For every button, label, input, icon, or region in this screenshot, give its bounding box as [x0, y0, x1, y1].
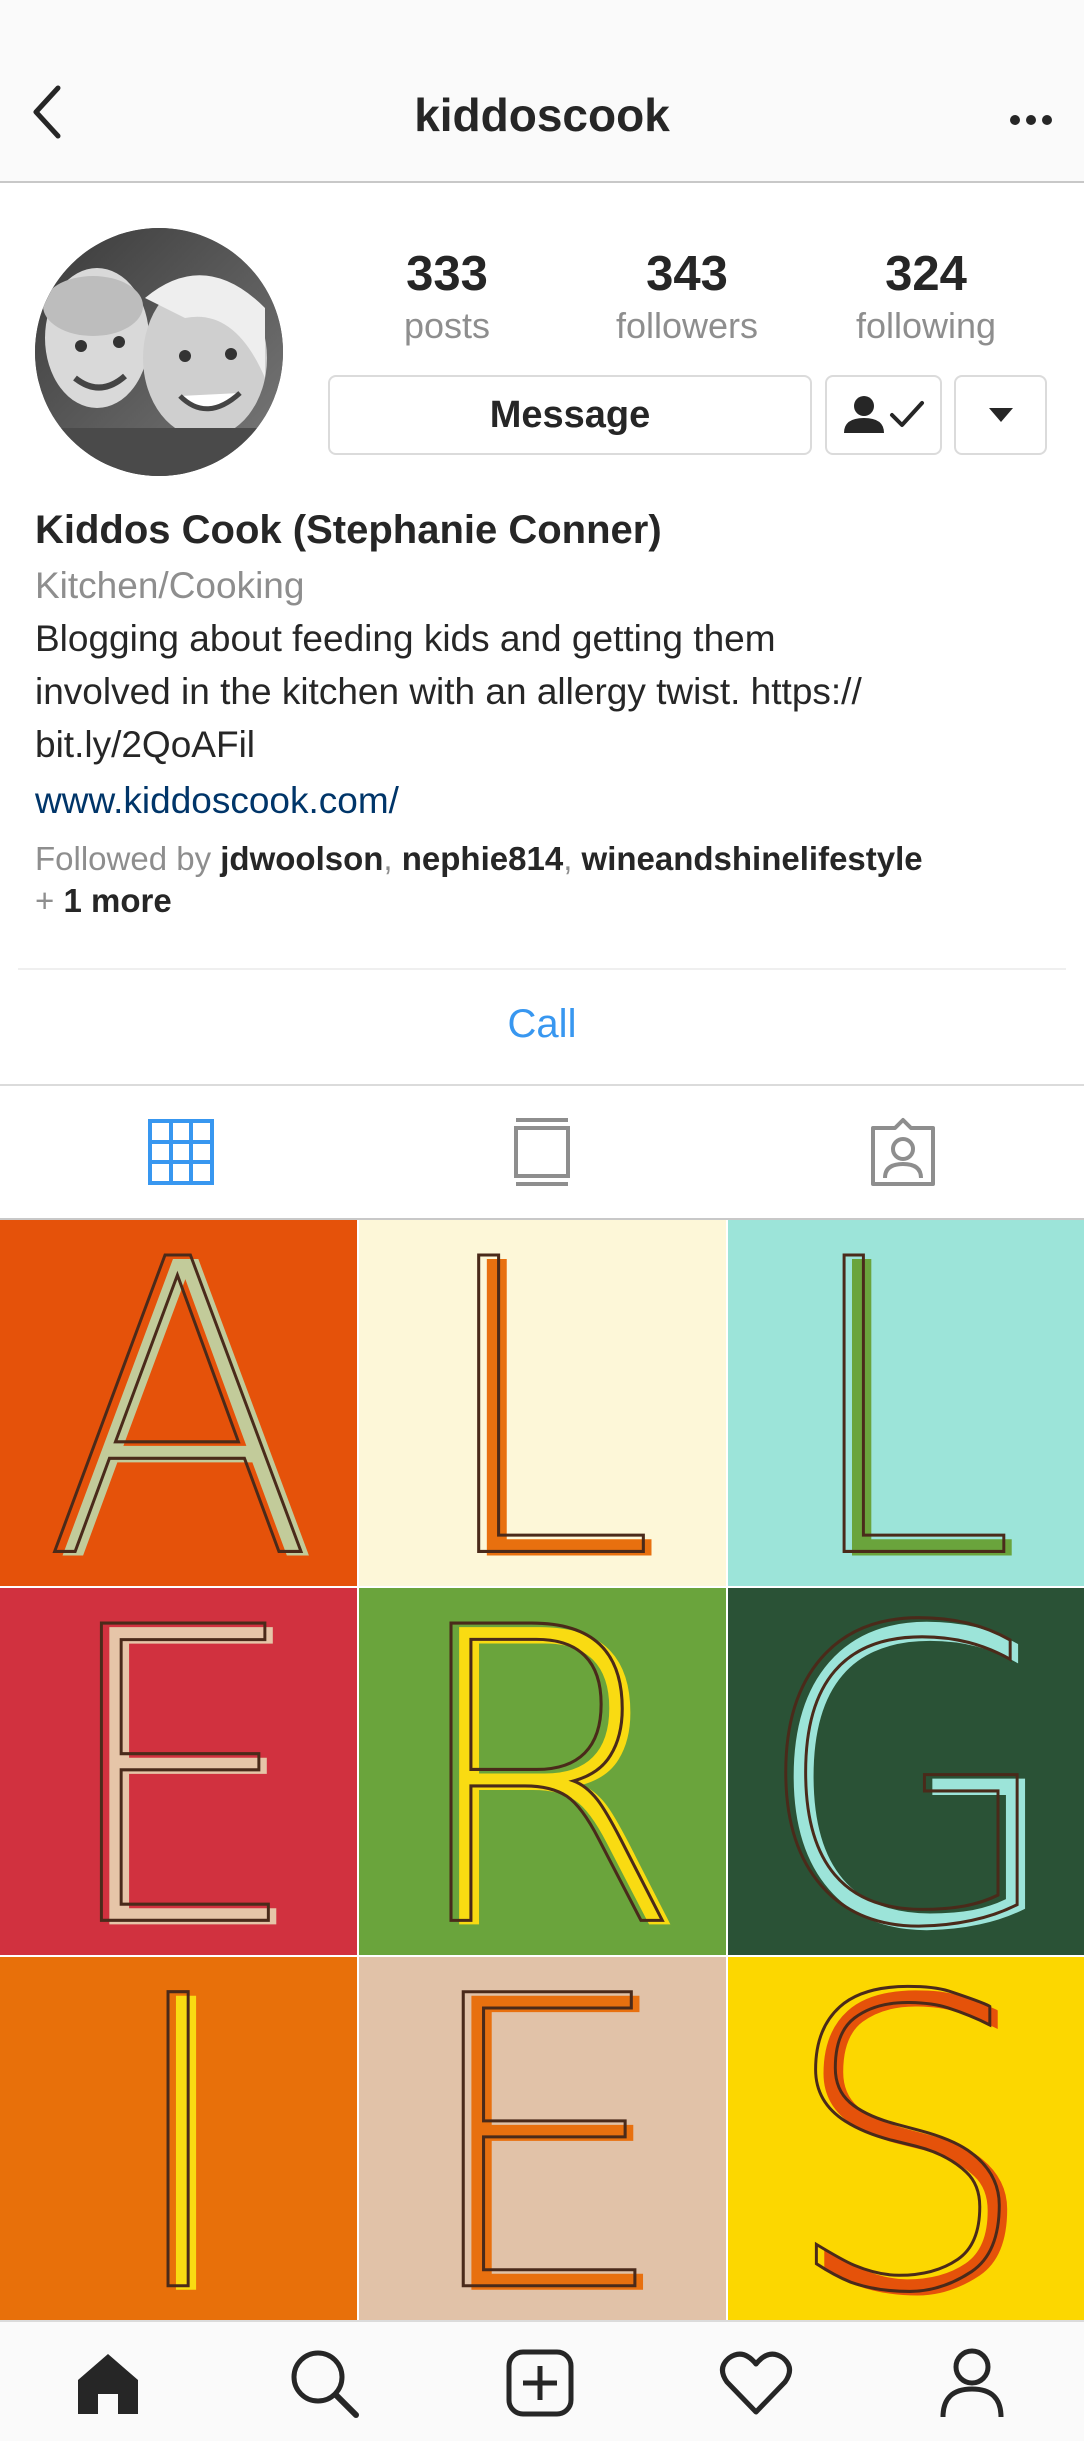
divider	[18, 968, 1066, 970]
posts-count-label: posts	[403, 305, 491, 346]
svg-text:I: I	[120, 1957, 237, 2320]
tab-grid[interactable]	[0, 1086, 361, 1218]
post-tile[interactable]: LL	[359, 1220, 726, 1586]
svg-text:R: R	[401, 1588, 684, 1955]
post-letter-art: II	[119, 1957, 245, 2320]
svg-text:S: S	[780, 1957, 1031, 2320]
bottom-nav-home[interactable]	[0, 2322, 216, 2443]
followers-count[interactable]: 343 followers	[587, 244, 787, 348]
post-tile[interactable]: II	[0, 1957, 357, 2320]
post-letter-art: RR	[399, 1588, 692, 1955]
following-button[interactable]	[825, 375, 942, 455]
post-letter-art: SS	[779, 1957, 1040, 2320]
dropdown-triangle-icon	[988, 408, 1013, 422]
post-letter-art: EE	[412, 1957, 679, 2320]
search-icon	[291, 2350, 359, 2418]
bottom-nav-profile[interactable]	[864, 2322, 1080, 2443]
post-tile[interactable]: EE	[0, 1588, 357, 1955]
bio-line-2: involved in the kitchen with an allergy …	[35, 671, 862, 712]
call-button[interactable]: Call	[0, 1002, 1084, 1047]
followed-user[interactable]: wineandshinelifestyle	[582, 840, 923, 877]
profile-icon	[940, 2348, 1004, 2417]
bio-line-1: Blogging about feeding kids and getting …	[35, 618, 776, 659]
bottom-tab-bar	[0, 2320, 1084, 2441]
followers-count-value: 343	[646, 247, 728, 301]
profile-category: Kitchen/Cooking	[35, 565, 305, 606]
suggested-dropdown-button[interactable]	[954, 375, 1047, 455]
profile-website-link[interactable]: www.kiddoscook.com/	[35, 774, 1055, 827]
post-letter-art: AA	[41, 1220, 322, 1586]
profile-avatar[interactable]	[35, 228, 283, 476]
post-tile[interactable]: LL	[728, 1220, 1084, 1586]
followed-more-prefix: +	[35, 882, 64, 919]
profile-display-name: Kiddos Cook (Stephanie Conner)	[35, 508, 662, 552]
followers-count-label: followers	[615, 305, 759, 346]
posts-grid: AALLLLEERRGGIIEESS	[0, 1220, 1084, 2320]
svg-text:E: E	[414, 1957, 672, 2320]
following-count-label: following	[855, 305, 997, 346]
bottom-nav-search[interactable]	[216, 2322, 432, 2443]
svg-text:A: A	[43, 1220, 314, 1586]
separator: ,	[563, 840, 582, 877]
tab-feed[interactable]	[361, 1086, 722, 1218]
tab-tagged[interactable]	[722, 1086, 1083, 1218]
bottom-nav-activity[interactable]	[648, 2322, 864, 2443]
followed-by[interactable]: Followed by jdwoolson, nephie814, winean…	[35, 838, 1065, 922]
profile-bio: Blogging about feeding kids and getting …	[35, 612, 1055, 771]
profile-username-title: kiddoscook	[414, 89, 670, 141]
post-letter-art: LL	[427, 1220, 664, 1586]
followed-user[interactable]: jdwoolson	[220, 840, 383, 877]
profile-view-tabs	[0, 1086, 1084, 1218]
svg-text:G: G	[753, 1588, 1060, 1955]
more-dots-icon[interactable]	[1006, 100, 1056, 140]
svg-text:L: L	[796, 1220, 1016, 1586]
followed-user[interactable]: nephie814	[402, 840, 563, 877]
posts-count-value: 333	[406, 247, 488, 301]
separator: ,	[383, 840, 402, 877]
posts-count[interactable]: 333 posts	[347, 244, 547, 348]
post-letter-art: GG	[751, 1588, 1067, 1955]
svg-text:E: E	[53, 1588, 304, 1955]
post-tile[interactable]: SS	[728, 1957, 1084, 2320]
following-check-icon	[843, 396, 924, 433]
following-count[interactable]: 324 following	[826, 244, 1026, 348]
followed-by-prefix: Followed by	[35, 840, 221, 877]
followed-more[interactable]: 1 more	[63, 882, 171, 919]
message-button[interactable]: Message	[328, 375, 812, 455]
following-count-value: 324	[885, 247, 967, 301]
bottom-nav-new-post[interactable]	[432, 2322, 648, 2443]
post-letter-art: EE	[52, 1588, 312, 1955]
post-tile[interactable]: GG	[728, 1588, 1084, 1955]
post-tile[interactable]: AA	[0, 1220, 357, 1586]
top-nav-bar: kiddoscook	[0, 0, 1084, 183]
grid-icon	[147, 1119, 214, 1185]
new-post-icon	[506, 2349, 574, 2416]
activity-heart-icon	[720, 2351, 792, 2414]
tagged-photos-icon	[870, 1118, 935, 1186]
post-tile[interactable]: RR	[359, 1588, 726, 1955]
feed-list-icon	[513, 1118, 570, 1186]
svg-text:L: L	[429, 1220, 656, 1586]
post-tile[interactable]: EE	[359, 1957, 726, 2320]
post-letter-art: LL	[794, 1220, 1024, 1586]
bio-line-3: bit.ly/2QoAFil	[35, 724, 256, 765]
home-icon	[78, 2353, 138, 2414]
